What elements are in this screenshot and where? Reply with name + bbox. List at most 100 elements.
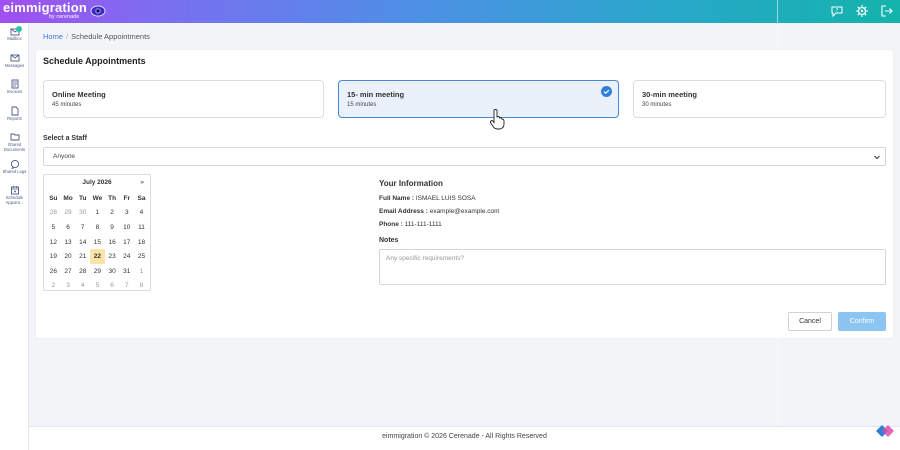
calendar-day[interactable]: 7 xyxy=(119,279,134,294)
sidebar-item-label: Shared Documents xyxy=(3,142,26,152)
calendar-day[interactable]: 16 xyxy=(105,235,120,250)
notes-placeholder: Any specific requirements? xyxy=(386,255,465,262)
calendar-day[interactable]: 23 xyxy=(105,249,120,264)
phone-label: Phone : xyxy=(379,221,403,228)
calendar-day[interactable]: 30 xyxy=(75,206,90,221)
calendar-day[interactable]: 1 xyxy=(134,264,149,279)
top-bar: eimmigration by cerenade ? xyxy=(0,0,900,23)
weekday-header: Th xyxy=(108,194,117,202)
meeting-option-duration: 30 minutes xyxy=(642,102,672,108)
calendar-day[interactable]: 17 xyxy=(119,235,134,250)
calendar-day[interactable]: 21 xyxy=(75,249,90,264)
settings-icon[interactable] xyxy=(855,4,869,18)
full-name-label: Full Name : xyxy=(379,195,415,202)
staff-label: Select a Staff xyxy=(43,135,87,142)
calendar-day[interactable]: 5 xyxy=(90,279,105,294)
reports-icon xyxy=(11,106,18,115)
breadcrumb-current: Schedule Appointments xyxy=(71,32,150,41)
meeting-option-30-min[interactable]: 30-min meeting 30 minutes xyxy=(633,80,886,118)
app-logo[interactable]: eimmigration by cerenade xyxy=(3,1,87,20)
sidebar-item-mailbox[interactable]: Mailbox xyxy=(0,23,29,50)
calendar-day[interactable]: 27 xyxy=(61,264,76,279)
info-phone: Phone : 111-111-1111 xyxy=(379,221,442,228)
sidebar-item-messages[interactable]: Messages xyxy=(0,50,29,77)
meeting-option-title: 30-min meeting xyxy=(642,90,698,99)
meeting-option-15-min[interactable]: 15- min meeting 15 minutes xyxy=(338,80,619,118)
meeting-option-duration: 15 minutes xyxy=(347,102,377,108)
appointment-card: Schedule Appointments Online Meeting 45 … xyxy=(36,50,893,338)
info-title: Your Information xyxy=(379,179,443,188)
calendar-grid: Su Mo Tu We Th Fr Sa 28 29 30 1 2 3 4 5 6 7 8 9 10 11 12 13 14 1… xyxy=(46,191,149,293)
breadcrumb-separator: / xyxy=(66,32,69,41)
info-full-name: Full Name : ISMAEL LUIS SOSA xyxy=(379,195,476,202)
info-email: Email Address : example@example.com xyxy=(379,208,500,215)
logs-icon xyxy=(10,159,19,169)
calendar-month-label: July 2026 xyxy=(82,179,112,186)
chat-help-icon[interactable] xyxy=(874,423,896,439)
meeting-option-online[interactable]: Online Meeting 45 minutes xyxy=(43,80,324,118)
calendar-day[interactable]: 4 xyxy=(134,206,149,221)
calendar-day[interactable]: 8 xyxy=(90,220,105,235)
calendar-day[interactable]: 29 xyxy=(90,264,105,279)
calendar-day[interactable]: 9 xyxy=(105,220,120,235)
invoices-icon xyxy=(11,79,18,89)
breadcrumb-home-link[interactable]: Home xyxy=(43,32,63,41)
weekday-header: Su xyxy=(49,194,58,202)
calendar-day[interactable]: 10 xyxy=(119,220,134,235)
confirm-button[interactable]: Confirm xyxy=(838,312,886,331)
calendar-day[interactable]: 28 xyxy=(75,264,90,279)
calendar-next-button[interactable]: » xyxy=(140,179,144,186)
notification-badge xyxy=(16,26,22,32)
calendar-day[interactable]: 13 xyxy=(61,235,76,250)
calendar-day[interactable]: 2 xyxy=(105,206,120,221)
logout-icon[interactable] xyxy=(880,4,894,18)
calendar-day-selected[interactable]: 22 xyxy=(90,249,105,264)
calendar-day[interactable]: 4 xyxy=(75,279,90,294)
weekday-header: Fr xyxy=(123,194,131,202)
notes-textarea[interactable]: Any specific requirements? xyxy=(379,249,886,285)
help-icon[interactable]: ? xyxy=(830,4,844,18)
eye-logo-icon xyxy=(90,5,106,17)
calendar-day[interactable]: 24 xyxy=(119,249,134,264)
sidebar-item-schedule-appointments[interactable]: Schedule Appoint... xyxy=(0,182,29,209)
staff-select[interactable]: Anyone xyxy=(43,147,886,166)
meeting-option-title: Online Meeting xyxy=(52,90,106,99)
svg-text:?: ? xyxy=(836,8,839,14)
calendar-day[interactable]: 31 xyxy=(119,264,134,279)
sidebar-item-label: Schedule Appoint... xyxy=(5,195,24,205)
footer-copyright: eimmigration © 2026 Cerenade - All Right… xyxy=(382,433,547,440)
sidebar-item-reports[interactable]: Reports xyxy=(0,103,29,130)
meeting-option-duration: 45 minutes xyxy=(52,102,82,108)
calendar-day[interactable]: 6 xyxy=(105,279,120,294)
sidebar-item-shared-logs[interactable]: Shared Logs xyxy=(0,156,29,183)
email-label: Email Address : xyxy=(379,208,428,215)
email-value: example@example.com xyxy=(429,208,500,215)
calendar-day[interactable]: 26 xyxy=(46,264,61,279)
calendar-day[interactable]: 15 xyxy=(90,235,105,250)
phone-value: 111-111-1111 xyxy=(404,221,442,228)
calendar-day[interactable]: 3 xyxy=(61,279,76,294)
calendar-day[interactable]: 8 xyxy=(134,279,149,294)
calendar-day[interactable]: 3 xyxy=(119,206,134,221)
calendar-day[interactable]: 11 xyxy=(134,220,149,235)
calendar-day[interactable]: 1 xyxy=(90,206,105,221)
calendar-day[interactable]: 14 xyxy=(75,235,90,250)
calendar-day[interactable]: 25 xyxy=(134,249,149,264)
footer: eimmigration © 2026 Cerenade - All Right… xyxy=(29,426,900,450)
calendar-day[interactable]: 6 xyxy=(61,220,76,235)
calendar-day[interactable]: 12 xyxy=(46,235,61,250)
calendar-day[interactable]: 19 xyxy=(46,249,61,264)
calendar-day[interactable]: 18 xyxy=(134,235,149,250)
calendar-day[interactable]: 20 xyxy=(61,249,76,264)
calendar-day[interactable]: 5 xyxy=(46,220,61,235)
calendar-day[interactable]: 28 xyxy=(46,206,61,221)
calendar-icon xyxy=(10,186,19,195)
sidebar-item-shared-documents[interactable]: Shared Documents xyxy=(0,129,29,156)
calendar-day[interactable]: 29 xyxy=(61,206,76,221)
calendar-day[interactable]: 7 xyxy=(75,220,90,235)
sidebar-item-invoices[interactable]: Invoices xyxy=(0,76,29,103)
sidebar-item-label: Messages xyxy=(4,62,25,68)
calendar-day[interactable]: 2 xyxy=(46,279,61,294)
calendar-day[interactable]: 30 xyxy=(105,264,120,279)
cancel-button[interactable]: Cancel xyxy=(788,312,832,331)
